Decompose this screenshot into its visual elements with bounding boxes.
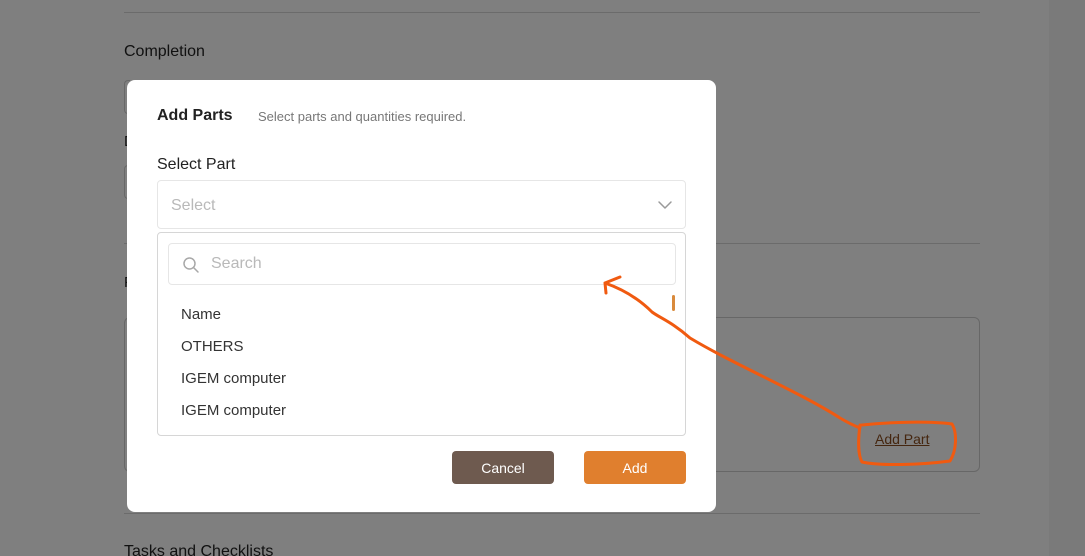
add-button[interactable]: Add bbox=[584, 451, 686, 484]
part-select[interactable]: Select bbox=[157, 180, 686, 229]
search-input[interactable] bbox=[211, 253, 651, 275]
option-item[interactable]: IGEM computer bbox=[158, 395, 685, 427]
select-part-label: Select Part bbox=[157, 156, 236, 173]
cancel-button[interactable]: Cancel bbox=[452, 451, 554, 484]
search-field[interactable] bbox=[168, 243, 676, 285]
dialog-subtitle: Select parts and quantities required. bbox=[258, 109, 467, 124]
select-placeholder: Select bbox=[171, 197, 216, 214]
option-list: Name OTHERS IGEM computer IGEM computer bbox=[158, 299, 685, 427]
search-icon bbox=[183, 257, 199, 273]
part-dropdown: Name OTHERS IGEM computer IGEM computer bbox=[157, 232, 686, 436]
chevron-down-icon bbox=[658, 201, 672, 209]
option-item[interactable]: Name bbox=[158, 299, 685, 331]
dialog-title: Add Parts bbox=[157, 107, 233, 124]
option-item[interactable]: IGEM computer bbox=[158, 363, 685, 395]
add-parts-dialog: Add Parts Select parts and quantities re… bbox=[127, 80, 716, 512]
option-item[interactable]: OTHERS bbox=[158, 331, 685, 363]
